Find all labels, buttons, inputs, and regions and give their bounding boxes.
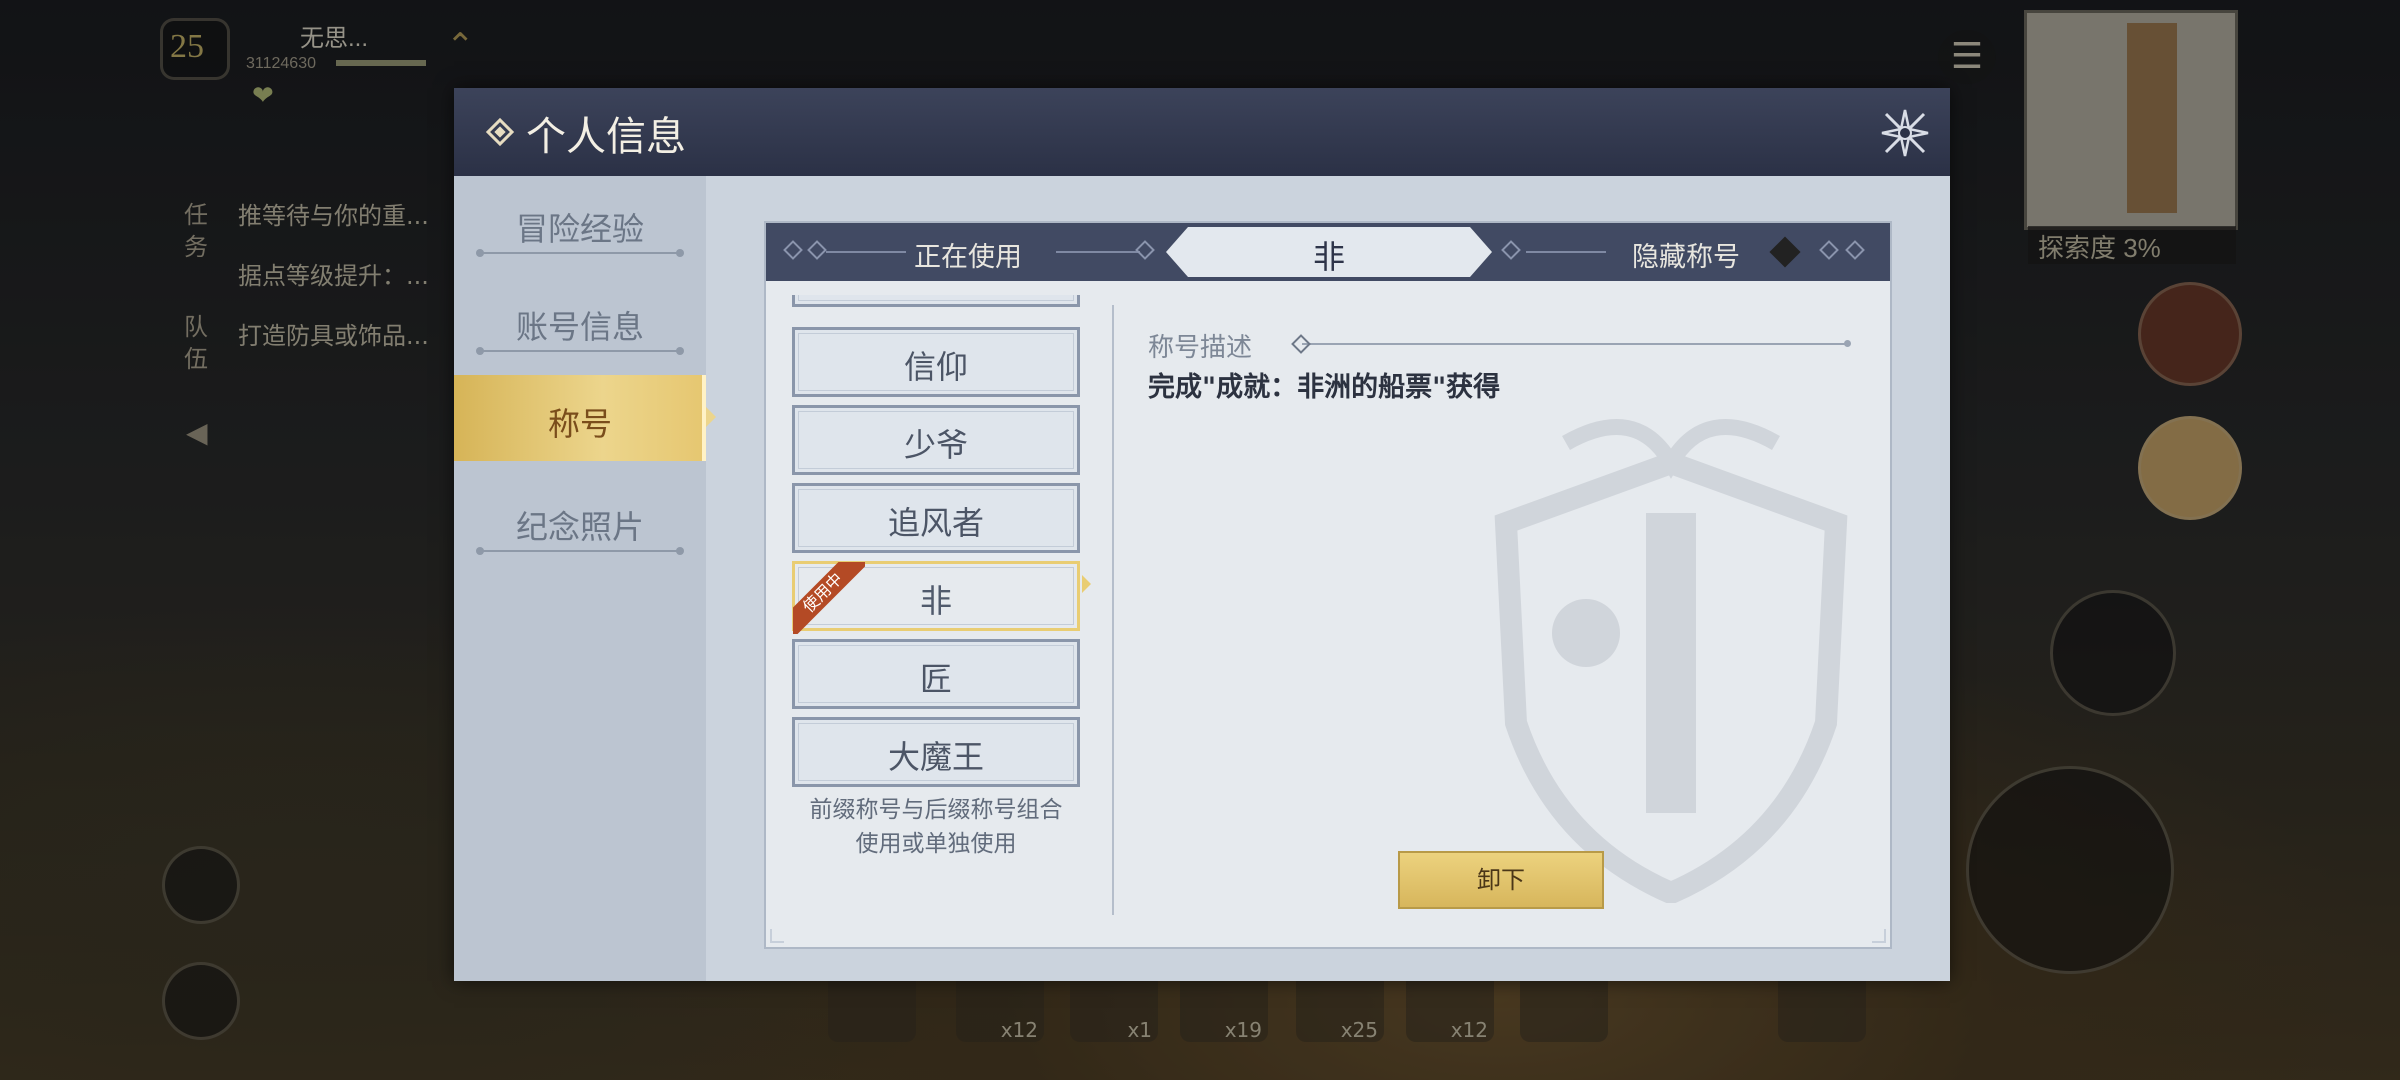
crest-emblem-watermark xyxy=(1494,419,1848,903)
title-list[interactable]: 信仰 少爷 追风者 非 使用中 匠 大魔王 猎手 xyxy=(792,295,1082,795)
tab-active-title[interactable]: 非 xyxy=(1166,223,1492,281)
description-divider xyxy=(1302,340,1851,347)
decorative-diamond xyxy=(807,240,827,260)
decorative-diamond xyxy=(1819,240,1839,260)
title-description: 完成"成就：非洲的船票"获得 xyxy=(1148,372,1501,403)
corner-ornament xyxy=(1872,929,1886,943)
in-use-label: 使用中 xyxy=(793,562,865,634)
decorative-diamond xyxy=(1501,240,1521,260)
panel-divider xyxy=(1112,305,1114,915)
decorative-line xyxy=(826,251,906,253)
title-list-item[interactable]: 大魔王 xyxy=(792,717,1080,787)
title-list-item[interactable]: 追风者 xyxy=(792,483,1080,553)
title-panel: 正在使用 非 隐藏称号 信仰 少爷 追风者 非 使用中 匠 大魔王 前缀称号与后… xyxy=(764,221,1892,949)
title-list-item[interactable]: 信仰 xyxy=(792,327,1080,397)
title-list-item[interactable]: 少爷 xyxy=(792,405,1080,475)
title-list-item[interactable]: 匠 xyxy=(792,639,1080,709)
decorative-diamond xyxy=(783,240,803,260)
in-use-ribbon: 使用中 xyxy=(793,562,865,634)
decorative-line xyxy=(1056,251,1140,253)
unequip-button[interactable]: 卸下 xyxy=(1398,851,1604,909)
active-title-text: 非 xyxy=(1312,238,1345,276)
decorative-diamond xyxy=(1845,240,1865,260)
description-label: 称号描述 xyxy=(1148,333,1253,363)
selected-pointer-icon xyxy=(1082,575,1091,593)
decorative-line xyxy=(1526,251,1606,253)
tab-current-title[interactable]: 正在使用 xyxy=(914,223,1064,281)
tab-label: 正在使用 xyxy=(914,242,1022,273)
tab-label: 隐藏称号 xyxy=(1632,242,1740,273)
title-list-item-selected[interactable]: 非 使用中 xyxy=(792,561,1080,634)
title-tab-bar: 正在使用 非 隐藏称号 xyxy=(766,223,1890,281)
decorative-diamond xyxy=(1135,240,1155,260)
corner-ornament xyxy=(770,929,784,943)
title-list-item[interactable] xyxy=(792,295,1080,307)
title-list-note: 前缀称号与后缀称号组合 使用或单独使用 xyxy=(809,797,1063,857)
